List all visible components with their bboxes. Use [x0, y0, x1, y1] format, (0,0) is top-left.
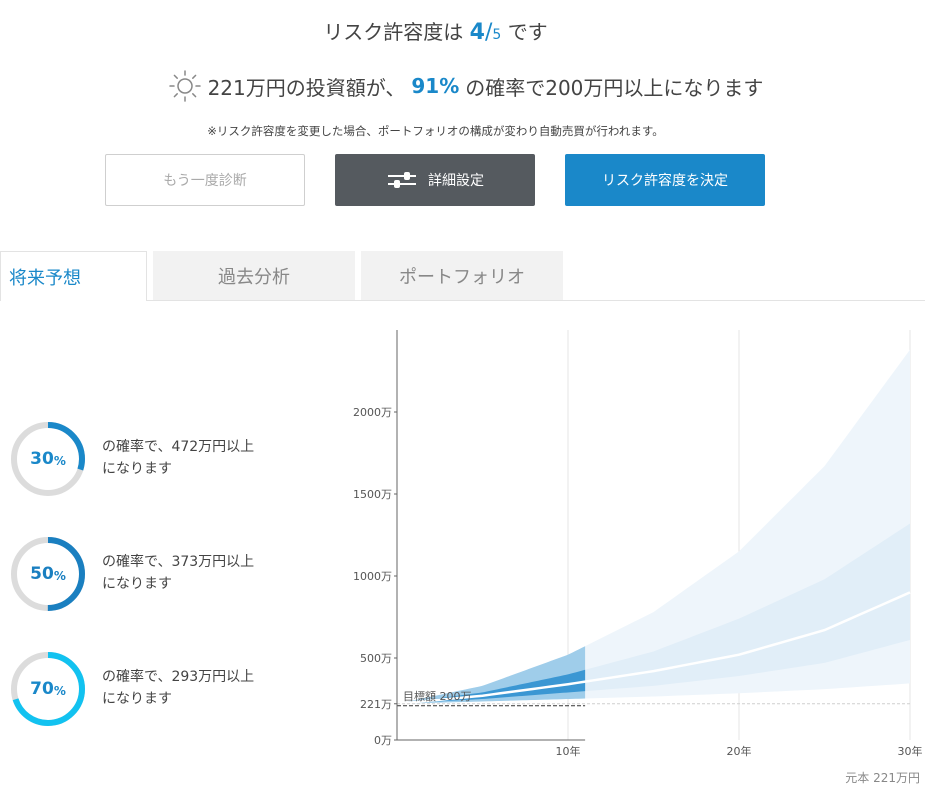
change-note: ※リスク許容度を変更した場合、ポートフォリオの構成が変わり自動売買が行われます。: [207, 124, 664, 138]
investment-amount-text: 221万円の投資額が、: [207, 75, 406, 100]
decide-risk-label: リスク許容度を決定: [602, 173, 728, 189]
sun-icon: [168, 70, 201, 102]
probability-value-50: 50%: [10, 536, 86, 612]
probability-line1: の確率で、293万円以上: [102, 669, 255, 685]
tab-past-analysis[interactable]: 過去分析: [153, 251, 355, 301]
x-tick-label: 30年: [898, 744, 923, 758]
sliders-icon: [388, 172, 416, 188]
probability-line2: になります: [102, 576, 172, 592]
success-probability: 91%: [411, 74, 460, 98]
x-tick-label: 20年: [727, 744, 752, 758]
detail-settings-button[interactable]: 詳細設定: [335, 154, 535, 206]
y-tick-label: 500万: [360, 652, 392, 665]
tab-past-label: 過去分析: [218, 267, 290, 288]
probability-description-70: の確率で、293万円以上 になります: [102, 666, 302, 710]
retry-diagnosis-label: もう一度診断: [163, 173, 247, 189]
probability-pct: 30: [30, 449, 54, 469]
y-tick-label: 221万: [360, 698, 392, 711]
retry-diagnosis-button[interactable]: もう一度診断: [105, 154, 305, 206]
forecast-chart: 目標額 200万 0万 221万 500万 1000万 1500万 2000万 10年 20年 3…: [353, 330, 923, 758]
probability-line2: になります: [102, 461, 172, 477]
probability-unit: %: [53, 569, 66, 583]
probability-description-50: の確率で、373万円以上 になります: [102, 551, 302, 595]
y-tick-label: 2000万: [353, 406, 392, 419]
probability-line1: の確率で、472万円以上: [102, 439, 255, 455]
probability-value-70: 70%: [10, 651, 86, 727]
risk-value: 4: [469, 20, 485, 45]
decide-risk-button[interactable]: リスク許容度を決定: [565, 154, 765, 206]
detail-settings-label: 詳細設定: [428, 173, 484, 189]
probability-pct: 50: [30, 564, 54, 584]
target-label: 目標額 200万: [403, 689, 472, 703]
risk-prefix: リスク許容度は: [323, 20, 464, 44]
x-tick-label: 10年: [556, 744, 581, 758]
probability-line1: の確率で、373万円以上: [102, 554, 255, 570]
y-tick-label: 0万: [374, 734, 392, 747]
probability-unit: %: [53, 684, 66, 698]
probability-summary: 221万円の投資額が、 91% の確率で200万円以上になります: [0, 69, 931, 103]
tab-future-forecast[interactable]: 将来予想: [0, 251, 147, 301]
probability-line2: になります: [102, 691, 172, 707]
probability-pct: 70: [30, 679, 54, 699]
target-text: の確率で200万円以上になります: [465, 75, 764, 100]
tab-portfolio[interactable]: ポートフォリオ: [361, 251, 563, 301]
tab-divider: [147, 300, 925, 301]
tab-future-label: 将来予想: [9, 267, 81, 289]
probability-unit: %: [53, 454, 66, 468]
y-tick-label: 1500万: [353, 488, 392, 501]
principal-note: 元本 221万円: [845, 771, 920, 785]
probability-description-30: の確率で、472万円以上 になります: [102, 436, 302, 480]
risk-suffix: です: [507, 20, 548, 44]
y-tick-label: 1000万: [353, 570, 392, 583]
tab-portfolio-label: ポートフォリオ: [399, 267, 525, 288]
risk-max: 5: [492, 27, 502, 43]
probability-value-30: 30%: [10, 421, 86, 497]
risk-tolerance-heading: リスク許容度は 4/5 です: [0, 16, 871, 45]
